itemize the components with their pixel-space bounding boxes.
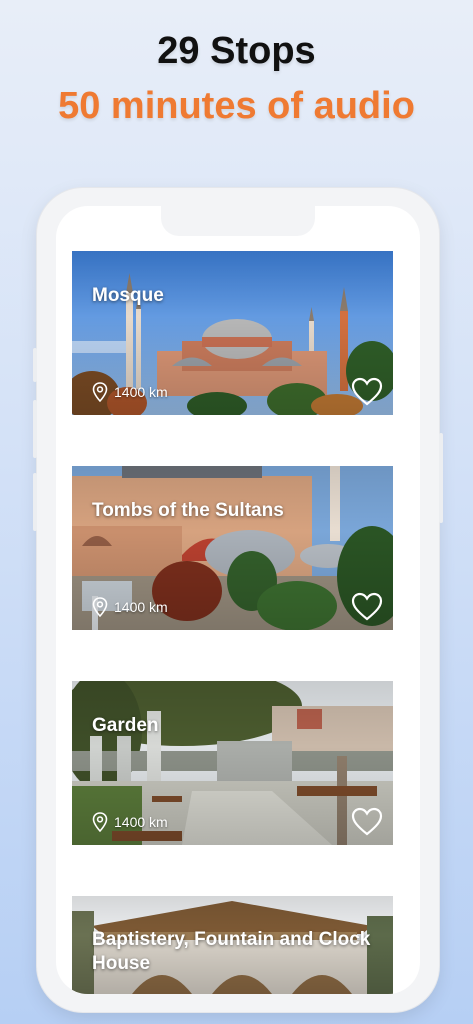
stop-card-garden[interactable]: Garden 1400 km: [72, 681, 393, 845]
stop-title: Tombs of the Sultans: [92, 500, 284, 521]
stop-distance: 1400 km: [92, 597, 168, 617]
stop-card-mosque[interactable]: Mosque 1400 km: [72, 251, 393, 415]
stop-distance-text: 1400 km: [114, 384, 168, 400]
stop-distance: 1400 km: [92, 812, 168, 832]
stop-card-tombs-of-the-sultans[interactable]: Tombs of the Sultans 1400 km: [72, 466, 393, 630]
audio-duration-heading: 50 minutes of audio: [58, 85, 415, 127]
stop-title: Baptistery, Fountain and Clock House: [92, 929, 371, 974]
phone-frame: Mosque 1400 km Tombs of the Sultans 1400…: [33, 188, 443, 1012]
phone-volume-up-button: [33, 400, 37, 458]
stop-card-baptistery[interactable]: Baptistery, Fountain and Clock House: [72, 896, 393, 994]
phone-side-button: [33, 348, 37, 382]
stop-distance: 1400 km: [92, 382, 168, 402]
phone-volume-down-button: [33, 473, 37, 531]
stop-distance-text: 1400 km: [114, 814, 168, 830]
heart-outline-icon[interactable]: [351, 592, 383, 622]
phone-notch: [161, 206, 315, 236]
headline: 29 Stops 50 minutes of audio: [0, 28, 473, 130]
heart-outline-icon[interactable]: [351, 807, 383, 837]
location-pin-icon: [92, 597, 108, 617]
location-pin-icon: [92, 382, 108, 402]
stops-count-heading: 29 Stops: [157, 30, 316, 72]
phone-screen: Mosque 1400 km Tombs of the Sultans 1400…: [56, 206, 420, 994]
stop-distance-text: 1400 km: [114, 599, 168, 615]
stop-title: Mosque: [92, 285, 164, 306]
heart-outline-icon[interactable]: [351, 377, 383, 407]
stop-title: Garden: [92, 715, 159, 736]
phone-power-button: [439, 433, 443, 523]
location-pin-icon: [92, 812, 108, 832]
